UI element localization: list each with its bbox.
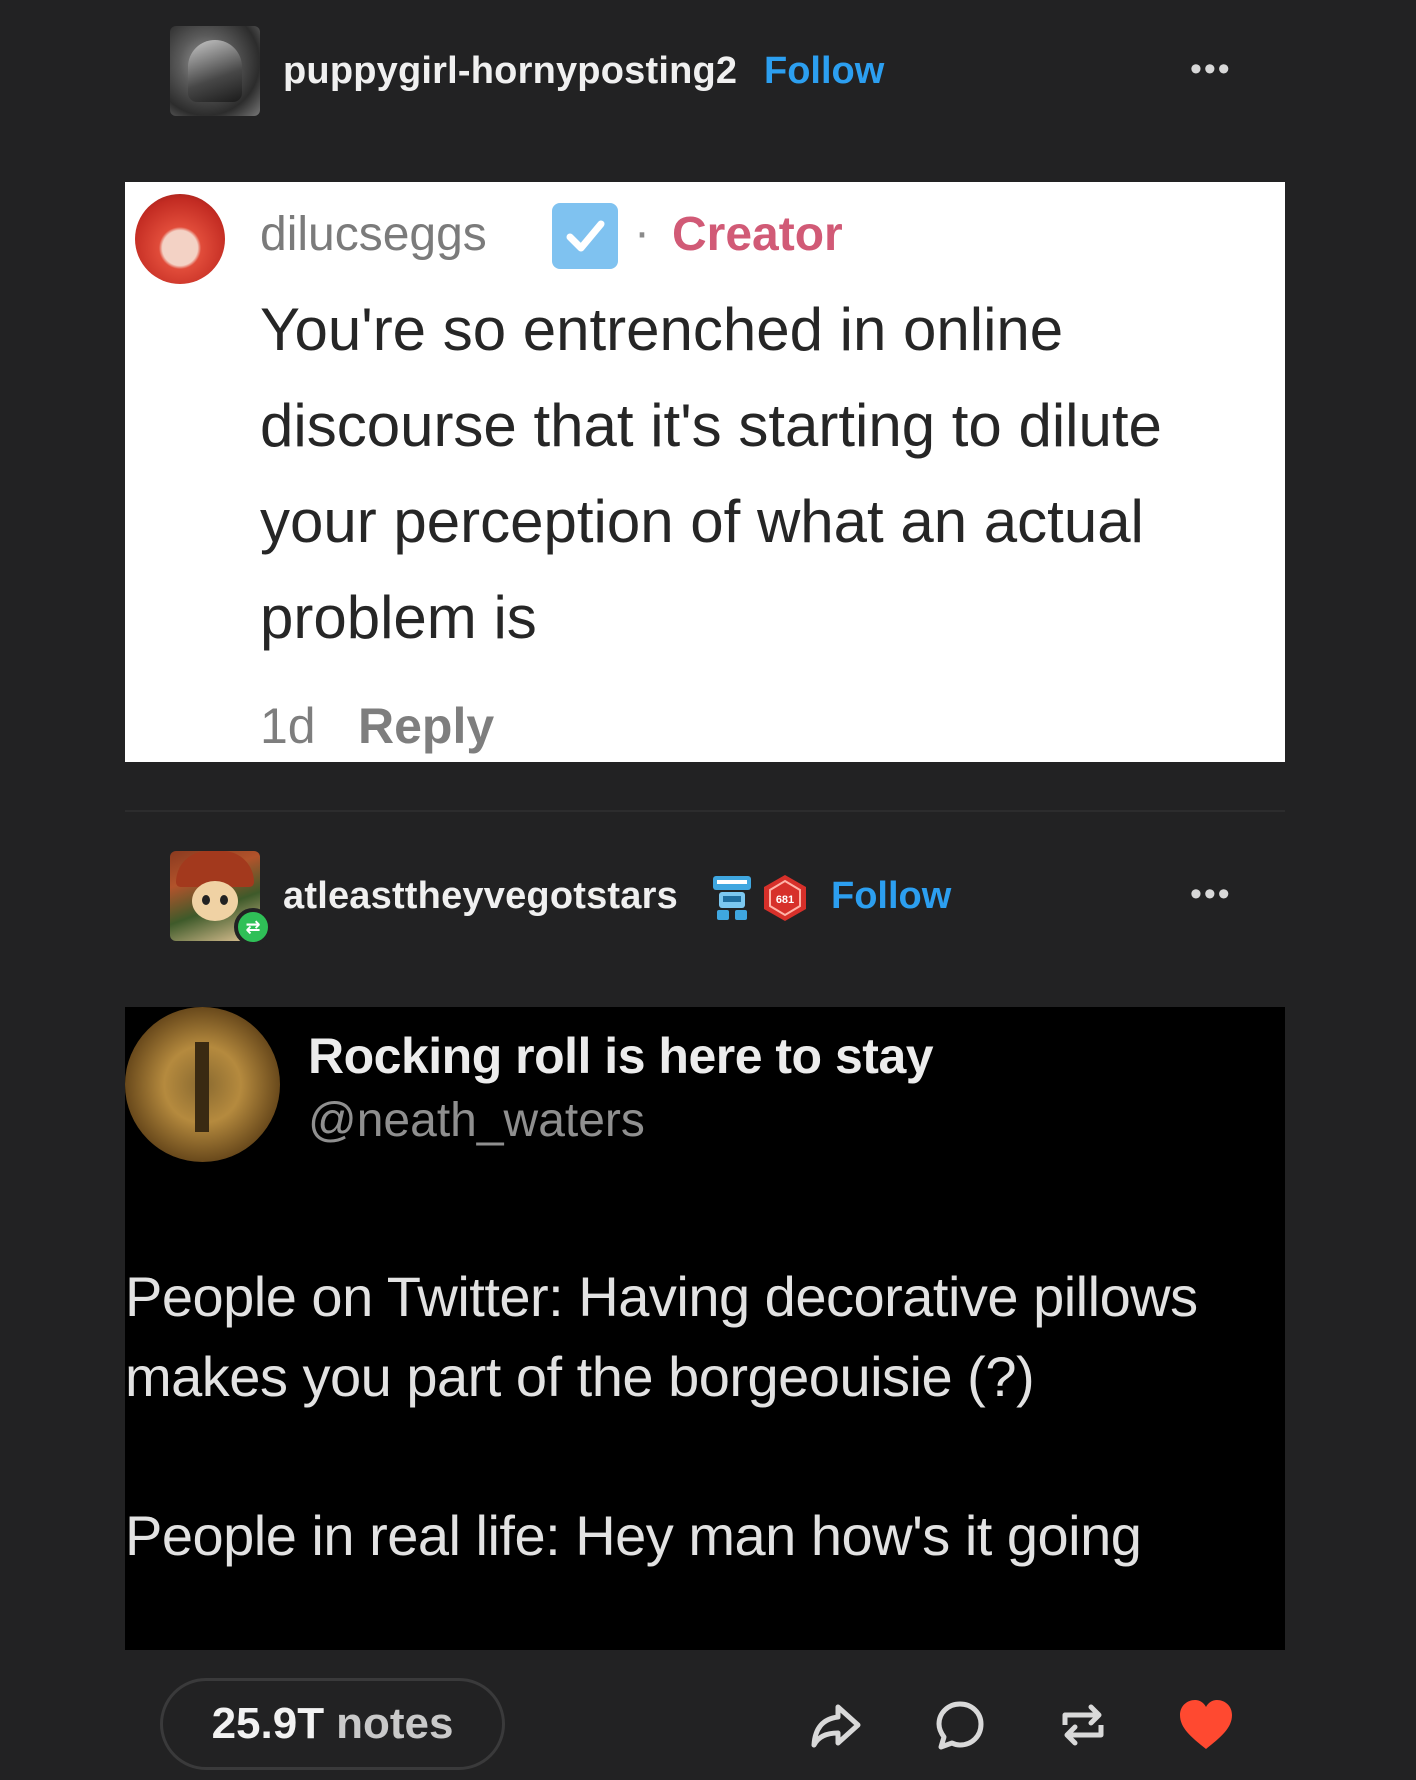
more-options-icon[interactable]: •••	[1190, 875, 1232, 914]
dice-badge-number: 681	[776, 894, 794, 906]
notes-count: 25.9T	[211, 1699, 325, 1748]
blog-username[interactable]: atleasttheyvegotstars	[283, 875, 678, 918]
notes-button[interactable]: 25.9T notes	[160, 1678, 505, 1770]
verified-check-icon	[552, 203, 618, 269]
tweet-text-line-1: People on Twitter: Having decorative pil…	[125, 1265, 1198, 1408]
notes-label: notes	[336, 1699, 454, 1748]
dice-badge-icon[interactable]: 681	[760, 873, 810, 923]
tweet-handle: @neath_waters	[308, 1094, 645, 1147]
comment-timestamp: 1d	[260, 698, 316, 754]
comment-icon[interactable]	[930, 1695, 990, 1755]
commenter-avatar	[135, 194, 225, 284]
commenter-username: dilucseggs	[260, 208, 487, 261]
share-icon[interactable]	[806, 1695, 866, 1755]
comment-text: You're so entrenched in online discourse…	[260, 296, 1162, 651]
heart-icon[interactable]	[1176, 1695, 1236, 1755]
tweet-author-avatar	[125, 1007, 280, 1162]
reblog-icon[interactable]	[1053, 1695, 1113, 1755]
robot-badge-icon[interactable]	[707, 872, 757, 924]
reblog-badge-icon: ⇄	[234, 908, 272, 946]
tweet-screenshot: Rocking roll is here to stay @neath_wate…	[125, 1007, 1285, 1650]
creator-label: Creator	[672, 208, 843, 261]
comment-screenshot: dilucseggs · Creator You're so entrenche…	[125, 182, 1285, 762]
post-divider	[125, 810, 1285, 812]
tweet-text-line-2: People in real life: Hey man how's it go…	[125, 1504, 1142, 1567]
follow-button[interactable]: Follow	[831, 875, 951, 918]
post-header-2: ⇄ atleasttheyvegotstars 681 Follow •••	[0, 0, 1416, 946]
reply-button: Reply	[358, 698, 495, 754]
separator-dot: ·	[634, 206, 650, 259]
tweet-display-name: Rocking roll is here to stay	[308, 1028, 934, 1084]
